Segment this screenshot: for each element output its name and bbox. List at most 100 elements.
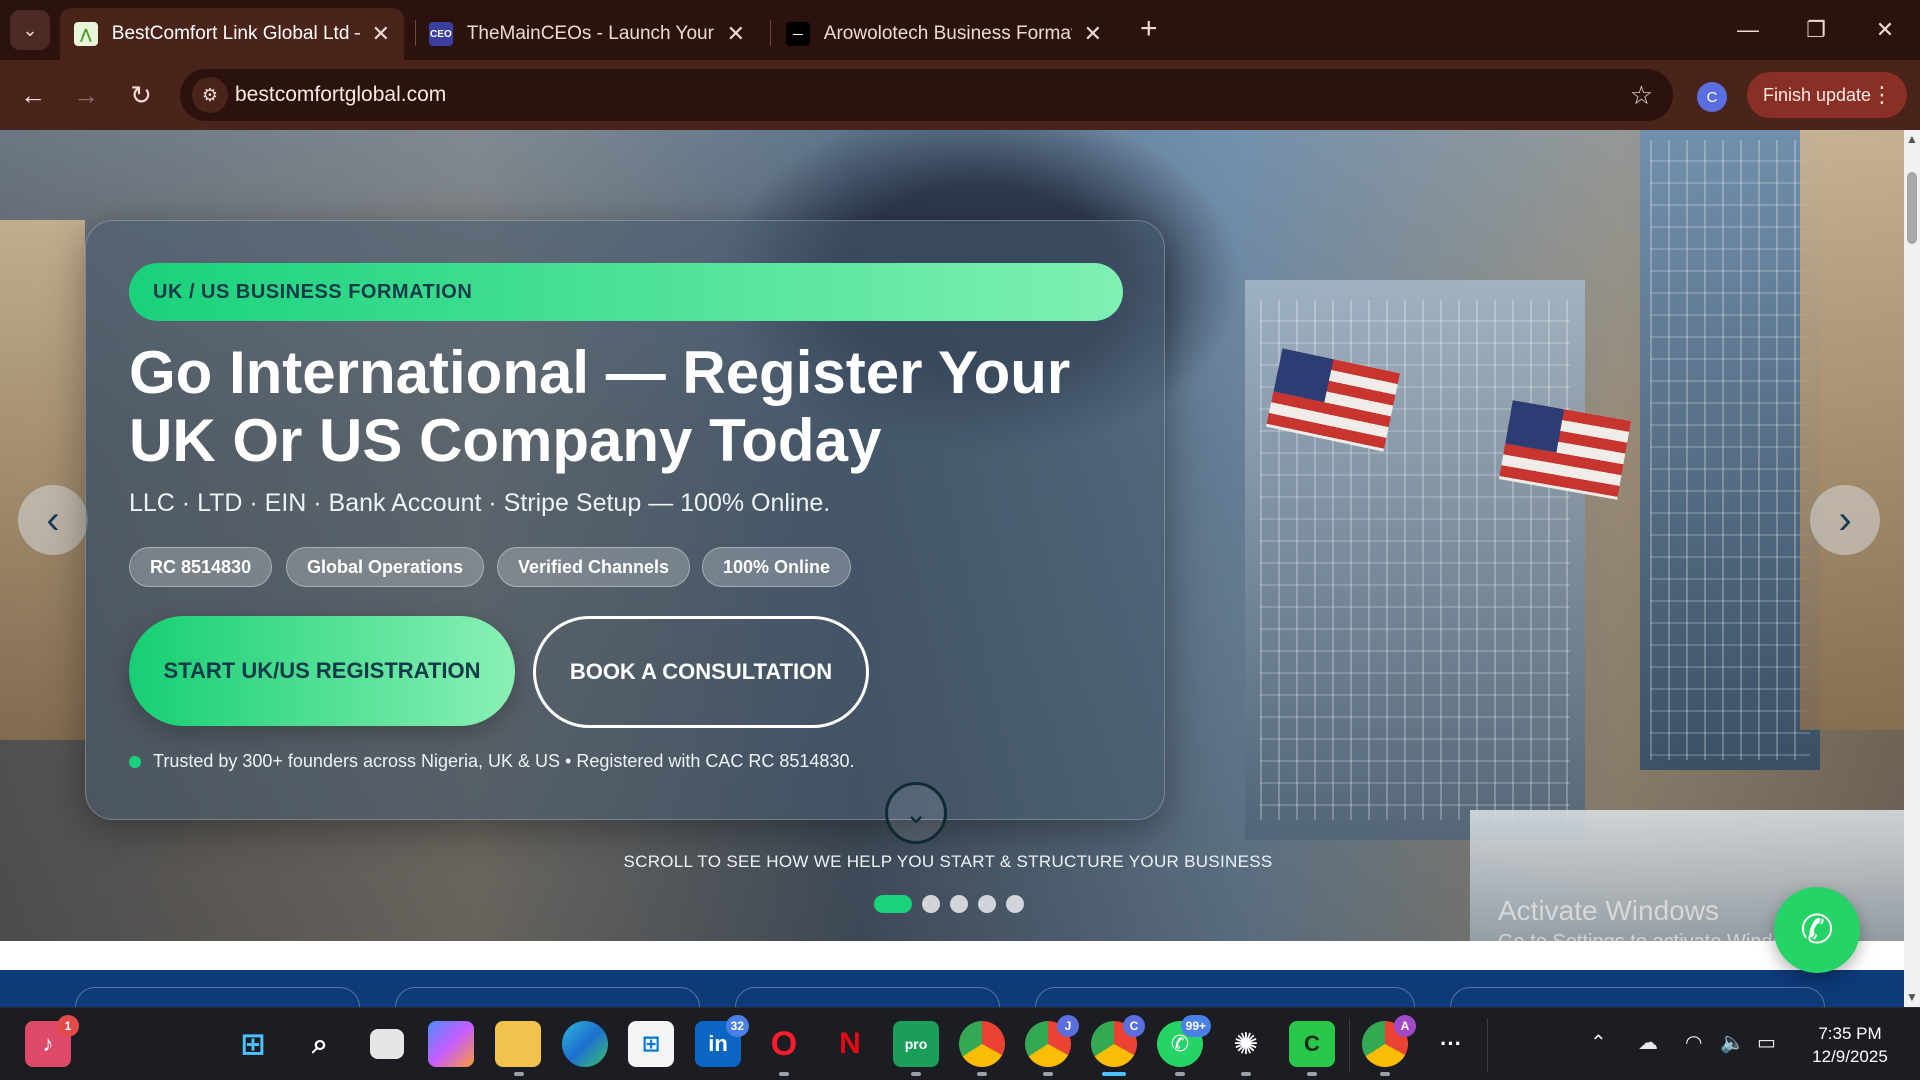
windows-taskbar: ♪ 1 ⊞ ⌕ ⊞ in 32 O N pro J C ✆ 99+ ✺ C A … (0, 1007, 1920, 1080)
chrome-icon[interactable] (959, 1021, 1005, 1067)
bestcomfort-logo-icon: ⋀ (74, 22, 98, 46)
hero-card: UK / US BUSINESS FORMATION Go Internatio… (85, 220, 1165, 820)
badge-rc-number: RC 8514830 (129, 547, 273, 587)
running-indicator (911, 1072, 921, 1076)
close-icon[interactable]: ✕ (727, 21, 745, 47)
chatgpt-icon[interactable]: ✺ (1223, 1021, 1269, 1067)
carousel-next-chevron-icon[interactable]: › (1810, 485, 1880, 555)
scroll-down-chevron-icon[interactable]: ⌄ (885, 782, 947, 844)
service-card (1035, 987, 1415, 1007)
tab-themainceos[interactable]: CEO TheMainCEOs - Launch Your Bu ✕ (415, 8, 759, 60)
service-card (1450, 987, 1825, 1007)
carousel-dot-active[interactable] (874, 895, 912, 913)
carousel-dot[interactable] (1006, 895, 1024, 913)
copilot-icon[interactable] (428, 1021, 474, 1067)
system-clock[interactable]: 7:35 PM 12/9/2025 (1800, 1022, 1900, 1068)
forward-arrow-icon[interactable]: → (66, 77, 106, 113)
tab-bestcomfort[interactable]: ⋀ BestComfort Link Global Ltd – R ✕ (60, 8, 404, 60)
scrollbar-thumb[interactable] (1907, 172, 1917, 244)
running-indicator (514, 1072, 524, 1076)
tab-strip: ⌄ ⋀ BestComfort Link Global Ltd – R ✕ CE… (0, 0, 1920, 60)
navigation-bar: ← → ↻ ⚙ bestcomfortglobal.com ☆ C Finish… (0, 60, 1920, 130)
profile-app-icon[interactable]: pro (893, 1021, 939, 1067)
microsoft-store-icon[interactable]: ⊞ (628, 1021, 674, 1067)
close-icon[interactable]: ✕ (1084, 21, 1102, 47)
window-close-icon[interactable]: ✕ (1860, 10, 1910, 50)
whatsapp-chat-icon[interactable]: ✆ (1774, 887, 1860, 973)
tab-title: Arowolotech Business Formatio (823, 23, 1072, 44)
clock-date: 12/9/2025 (1812, 1047, 1888, 1066)
task-view-icon[interactable] (370, 1029, 404, 1059)
bookmark-star-icon[interactable]: ☆ (1630, 80, 1653, 111)
edge-browser-icon[interactable] (562, 1021, 608, 1067)
carousel-prev-chevron-icon[interactable]: ‹ (18, 485, 88, 555)
volume-icon[interactable]: 🔈 (1720, 1030, 1745, 1055)
green-dot-icon (129, 755, 141, 768)
close-icon[interactable]: ✕ (372, 21, 390, 47)
notification-app-icon[interactable]: ♪ 1 (25, 1015, 79, 1067)
url-text[interactable]: bestcomfortglobal.com (235, 83, 446, 107)
more-apps-icon[interactable]: ··· (1428, 1021, 1474, 1067)
building-image (1800, 130, 1904, 730)
running-indicator (977, 1072, 987, 1076)
hero-headline-line1: Go International — Register Your (129, 339, 1071, 406)
linkedin-badge: 32 (725, 1015, 749, 1037)
carousel-dot[interactable] (978, 895, 996, 913)
page-scrollbar[interactable]: ▲ ▼ (1904, 130, 1920, 1007)
tab-title: BestComfort Link Global Ltd – R (111, 23, 360, 44)
running-indicator (1380, 1072, 1390, 1076)
show-hidden-icons-chevron-icon[interactable]: ⌃ (1590, 1030, 1607, 1055)
building-image (0, 220, 85, 740)
themainceos-logo-icon: CEO (429, 22, 453, 46)
profile-avatar[interactable]: C (1697, 82, 1727, 112)
new-tab-plus-icon[interactable]: + (1140, 12, 1158, 46)
tab-search-menu-button[interactable]: ⌄ (10, 10, 50, 50)
service-card (395, 987, 700, 1007)
hero-headline: Go International — Register Your UK Or U… (129, 339, 1129, 475)
linkedin-icon[interactable]: in 32 (695, 1015, 749, 1067)
more-options-icon[interactable]: ⋮ (1871, 82, 1893, 108)
activate-windows-watermark: Activate Windows Go to Settings to activ… (1498, 895, 1814, 954)
profile-badge: A (1394, 1015, 1416, 1037)
active-indicator (1102, 1072, 1126, 1076)
scroll-hint: SCROLL TO SEE HOW WE HELP YOU START & ST… (623, 852, 1273, 871)
opera-browser-icon[interactable]: O (761, 1021, 807, 1067)
battery-icon[interactable]: ▭ (1757, 1030, 1776, 1055)
book-consultation-button[interactable]: BOOK A CONSULTATION (533, 616, 869, 728)
carousel-dot[interactable] (950, 895, 968, 913)
start-registration-button[interactable]: START UK/US REGISTRATION (129, 616, 515, 726)
file-explorer-icon[interactable] (495, 1021, 541, 1067)
trust-note: Trusted by 300+ founders across Nigeria,… (129, 751, 854, 772)
netflix-icon[interactable]: N (827, 1021, 873, 1067)
badge-global-operations: Global Operations (286, 547, 485, 587)
site-info-icon[interactable]: ⚙ (192, 77, 228, 113)
tab-arowolotech[interactable]: — Arowolotech Business Formatio ✕ (772, 8, 1116, 60)
finish-update-button[interactable]: Finish update ⋮ (1747, 72, 1907, 118)
notification-badge: 1 (57, 1015, 79, 1037)
running-indicator (1043, 1072, 1053, 1076)
reload-icon[interactable]: ↻ (121, 77, 161, 113)
chrome-profile-j-icon[interactable]: J (1025, 1015, 1079, 1067)
taskbar-divider (1487, 1018, 1488, 1072)
chrome-profile-a-icon[interactable]: A (1362, 1015, 1416, 1067)
chrome-profile-c-icon[interactable]: C (1091, 1015, 1145, 1067)
search-icon[interactable]: ⌕ (297, 1021, 343, 1067)
windows-start-icon[interactable]: ⊞ (230, 1021, 276, 1067)
profile-badge: C (1123, 1015, 1145, 1037)
whatsapp-icon[interactable]: ✆ 99+ (1157, 1015, 1211, 1067)
running-indicator (1307, 1072, 1317, 1076)
hero-eyebrow: UK / US BUSINESS FORMATION (129, 263, 1123, 321)
wifi-icon[interactable]: ◠ (1685, 1030, 1702, 1055)
address-bar[interactable]: ⚙ bestcomfortglobal.com ☆ (180, 69, 1673, 121)
back-arrow-icon[interactable]: ← (13, 77, 53, 113)
camtasia-icon[interactable]: C (1289, 1021, 1335, 1067)
cloud-sync-off-icon[interactable]: ☁ (1638, 1030, 1658, 1055)
scroll-up-arrow-icon[interactable]: ▲ (1906, 132, 1918, 146)
restore-icon[interactable]: ❐ (1791, 10, 1841, 50)
scroll-down-arrow-icon[interactable]: ▼ (1906, 990, 1918, 1004)
carousel-dot[interactable] (922, 895, 940, 913)
carousel-pagination (874, 895, 1034, 913)
minimize-icon[interactable]: — (1723, 10, 1773, 50)
finish-update-label: Finish update (1763, 84, 1872, 105)
hero-headline-line2: UK Or US Company Today (129, 407, 882, 474)
